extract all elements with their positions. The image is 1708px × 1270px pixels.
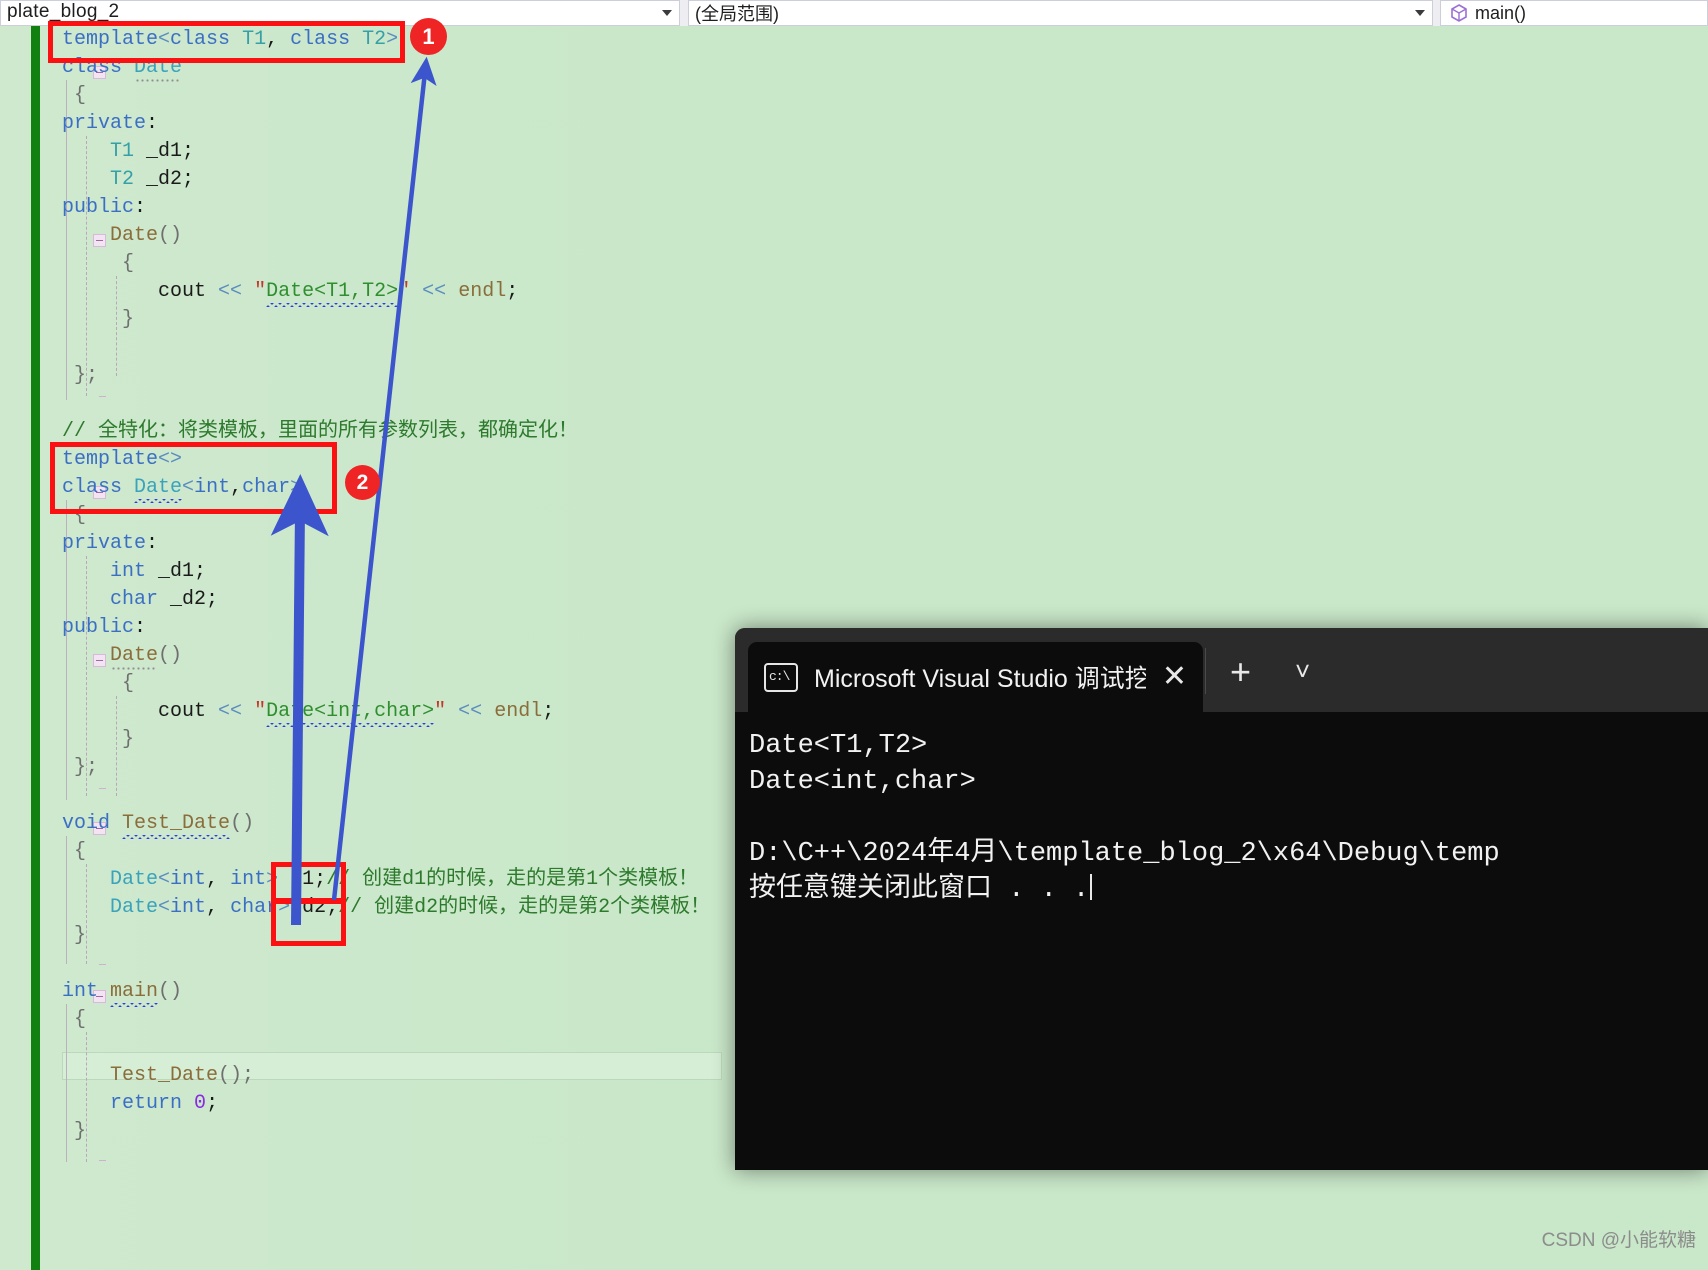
code-line[interactable]: T2 _d2; xyxy=(62,166,710,194)
code-line[interactable] xyxy=(62,950,710,978)
annotation-box-d2-declaration xyxy=(271,898,346,946)
annotation-box-template-declaration xyxy=(48,21,405,63)
code-line[interactable]: private: xyxy=(62,530,710,558)
current-member-dropdown[interactable]: main() xyxy=(1440,0,1708,26)
current-member-value: main() xyxy=(1475,2,1527,23)
code-line[interactable]: }; xyxy=(62,362,710,390)
code-line[interactable] xyxy=(62,782,710,810)
code-line[interactable]: Date<int, char> d2;// 创建d2的时候，走的是第2个类模板！ xyxy=(62,894,710,922)
code-line[interactable]: } xyxy=(62,726,710,754)
code-line[interactable]: Test_Date(); xyxy=(62,1062,710,1090)
console-line-path: D:\C++\2024年4月\template_blog_2\x64\Debug… xyxy=(749,839,1500,869)
console-output[interactable]: Date<T1,T2> Date<int,char> D:\C++\2024年4… xyxy=(735,712,1708,1170)
annotation-badge-1: 1 xyxy=(410,18,447,55)
console-line: Date<int,char> xyxy=(749,767,976,797)
code-line[interactable]: cout << "Date<T1,T2>" << endl; xyxy=(62,278,710,306)
code-line[interactable]: { xyxy=(62,1006,710,1034)
console-line-prompt: 按任意键关闭此窗口 . . . xyxy=(749,872,1708,908)
code-text[interactable]: template<class T1, class T2> class Date {… xyxy=(62,26,710,1146)
cmd-prompt-icon: c:\ xyxy=(764,662,798,692)
code-line[interactable]: private: xyxy=(62,110,710,138)
code-line[interactable]: { xyxy=(62,82,710,110)
code-line[interactable]: int _d1; xyxy=(62,558,710,586)
code-line[interactable]: }; xyxy=(62,754,710,782)
code-line[interactable]: public: xyxy=(62,194,710,222)
code-line[interactable]: } xyxy=(62,306,710,334)
code-line[interactable]: return 0; xyxy=(62,1090,710,1118)
plus-icon[interactable]: + xyxy=(1230,654,1251,690)
code-line[interactable]: char _d2; xyxy=(62,586,710,614)
debug-console-window[interactable]: c:\ Microsoft Visual Studio 调试挖 ✕ + ˅ Da… xyxy=(735,628,1708,1170)
console-line: Date<T1,T2> xyxy=(749,731,928,761)
console-tab-title: Microsoft Visual Studio 调试挖 xyxy=(814,665,1146,693)
annotation-badge-2: 2 xyxy=(345,465,380,500)
project-scope-value: plate_blog_2 xyxy=(7,1,120,22)
code-line[interactable]: { xyxy=(62,838,710,866)
code-line[interactable]: { xyxy=(62,250,710,278)
code-line[interactable] xyxy=(62,334,710,362)
fold-end-marker xyxy=(99,1160,106,1161)
close-icon[interactable]: ✕ xyxy=(1162,662,1187,692)
tabbar-divider xyxy=(1205,648,1206,694)
code-line[interactable]: Date() xyxy=(62,642,710,670)
code-line[interactable]: } xyxy=(62,1118,710,1146)
code-line[interactable] xyxy=(62,1034,710,1062)
console-tab[interactable]: c:\ Microsoft Visual Studio 调试挖 ✕ xyxy=(748,642,1203,712)
watermark: CSDN @小能软糖 xyxy=(1541,1230,1696,1251)
code-line[interactable]: void Test_Date() xyxy=(62,810,710,838)
code-line[interactable]: } xyxy=(62,922,710,950)
code-line[interactable] xyxy=(62,390,710,418)
text-caret xyxy=(1090,874,1093,900)
member-scope-value: (全局范围) xyxy=(695,3,779,24)
code-line[interactable]: cout << "Date<int,char>" << endl; xyxy=(62,698,710,726)
unsaved-change-bar xyxy=(31,26,40,1270)
method-cube-icon xyxy=(1451,4,1467,22)
code-line[interactable]: int main() xyxy=(62,978,710,1006)
chevron-down-icon[interactable] xyxy=(1415,10,1425,16)
console-title-bar[interactable]: c:\ Microsoft Visual Studio 调试挖 ✕ + ˅ xyxy=(735,628,1708,712)
member-scope-dropdown[interactable]: (全局范围) xyxy=(688,0,1433,26)
code-line[interactable]: Date<int, int> d1;// 创建d1的时候，走的是第1个类模板！ xyxy=(62,866,710,894)
chevron-down-icon[interactable]: ˅ xyxy=(1295,658,1310,684)
chevron-down-icon[interactable] xyxy=(662,10,672,16)
code-line[interactable]: Date() xyxy=(62,222,710,250)
annotation-box-full-specialization xyxy=(50,442,337,514)
code-line[interactable]: public: xyxy=(62,614,710,642)
code-line[interactable]: { xyxy=(62,670,710,698)
code-line[interactable]: T1 _d1; xyxy=(62,138,710,166)
